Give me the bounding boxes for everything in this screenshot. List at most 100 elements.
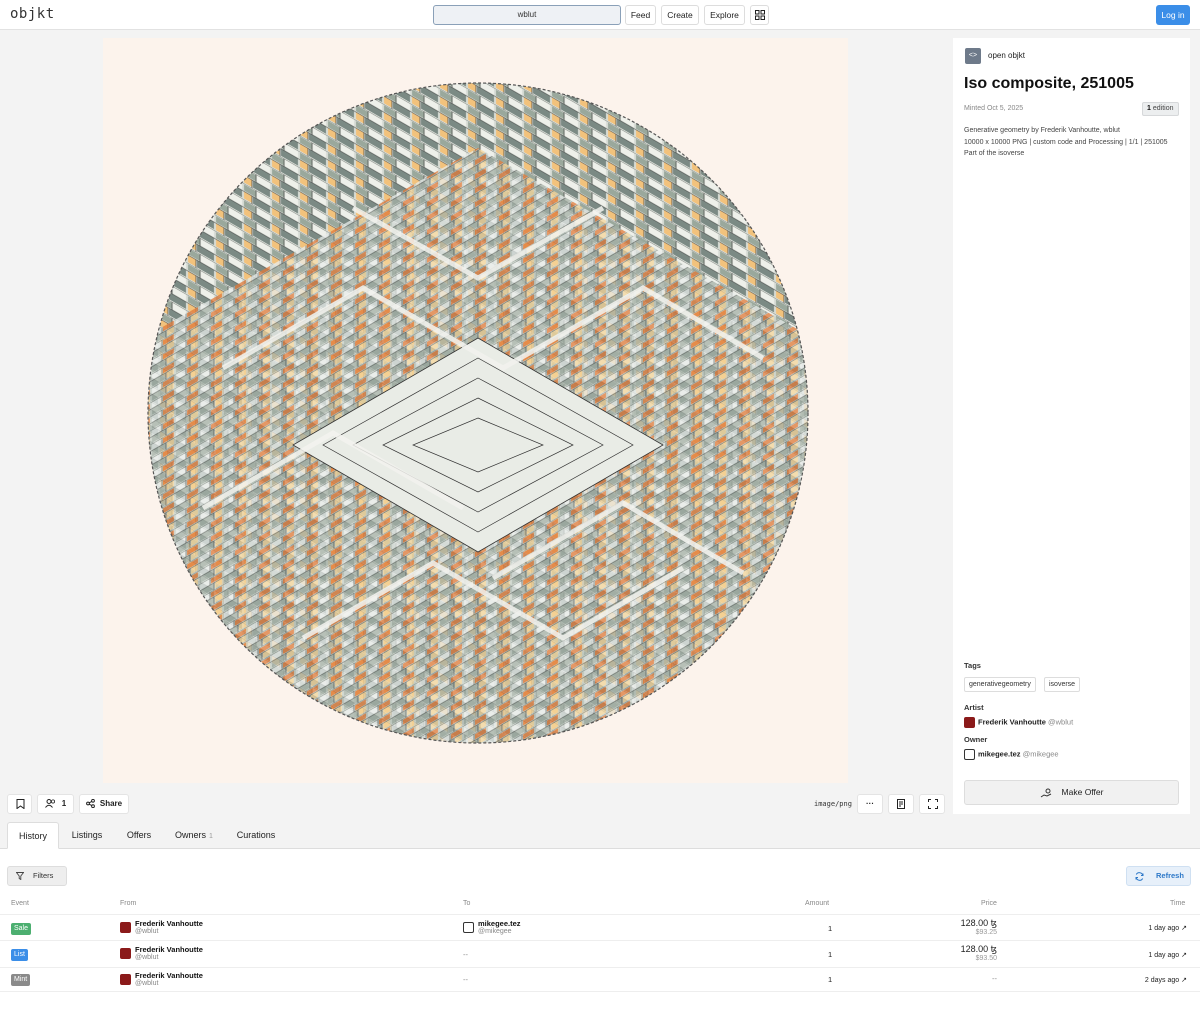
artist-link[interactable]: Frederik Vanhoutte @wblut (964, 717, 1073, 729)
token-info-panel: <> open objkt Iso composite, 251005 Mint… (953, 38, 1190, 814)
search-input[interactable]: wblut (433, 5, 621, 25)
fullscreen-icon[interactable] (919, 794, 945, 814)
tab-bar: History Listings Offers Owners 1 Curation… (0, 822, 1200, 849)
share-button[interactable]: Share (79, 794, 129, 814)
tab-label: Offers (126, 830, 152, 840)
amount: 1 (828, 975, 833, 984)
column-header-amount: Amount (805, 900, 830, 907)
time-label: 1 day ago (1148, 952, 1180, 959)
to-name: mikegee.tez (478, 919, 521, 928)
tab-label: Listings (71, 830, 103, 840)
tags-heading: Tags (964, 661, 981, 670)
price: -- (992, 974, 997, 983)
table-row[interactable]: Mint Frederik Vanhoutte @wblut -- 1 -- 2… (0, 967, 1200, 992)
avatar (120, 922, 131, 933)
tag-generativegeometry[interactable]: generativegeometry (964, 677, 1036, 692)
mime-type: image/png (814, 800, 852, 808)
owner-heading: Owner (964, 735, 988, 744)
artist-avatar (964, 717, 975, 728)
time-link[interactable]: 1 day ago ↗ (1148, 924, 1187, 932)
external-link-icon: ↗ (1181, 977, 1187, 984)
users-icon (44, 799, 56, 809)
table-row[interactable]: Sale Frederik Vanhoutte @wblut mikegee.t… (0, 914, 1200, 940)
column-header-event: Event (11, 900, 29, 907)
event-badge-mint: Mint (11, 974, 31, 986)
from-handle: @wblut (135, 954, 159, 961)
avatar (120, 948, 131, 959)
event-badge-sale: Sale (11, 923, 32, 935)
from-handle: @wblut (135, 928, 159, 935)
tab-label: Owners (175, 830, 207, 840)
login-button[interactable]: Log in (1156, 5, 1190, 25)
price-tez: 128.00 ꜩ (960, 944, 997, 954)
to-empty: -- (463, 950, 468, 959)
more-options-icon[interactable]: ··· (857, 794, 883, 814)
description-line: 10000 x 10000 PNG | custom code and Proc… (964, 138, 1168, 146)
grid-menu-icon[interactable] (750, 5, 769, 25)
owner-handle: @mikegee (1022, 749, 1059, 759)
table-row[interactable]: List Frederik Vanhoutte @wblut -- 1 128.… (0, 940, 1200, 967)
external-link-icon: ↗ (1181, 952, 1187, 959)
tab-count: 1 (209, 833, 213, 840)
tab-listings[interactable]: Listings (65, 822, 109, 849)
nav-feed-button[interactable]: Feed (625, 5, 656, 25)
avatar (463, 922, 474, 933)
price-usd: $93.25 (975, 929, 997, 936)
description-line: Part of the isoverse (964, 150, 1025, 157)
tab-offers[interactable]: Offers (118, 822, 160, 849)
share-icon (85, 799, 95, 809)
make-offer-button[interactable]: Make Offer (964, 780, 1179, 805)
artist-heading: Artist (964, 703, 984, 712)
owner-name: mikegee.tez (978, 749, 1021, 759)
bookmark-icon[interactable] (7, 794, 32, 814)
tab-label: Curations (236, 830, 276, 840)
tab-owners[interactable]: Owners 1 (168, 822, 220, 849)
tab-label: History (18, 831, 47, 841)
time-label: 2 days ago (1144, 977, 1180, 984)
from-name: Frederik Vanhoutte (135, 919, 203, 928)
edition-label: edition (1152, 105, 1174, 112)
description-line: Generative geometry by Frederik Vanhoutt… (964, 127, 1120, 134)
filters-label: Filters (33, 871, 54, 880)
tab-curations[interactable]: Curations (228, 822, 284, 849)
owner-link[interactable]: mikegee.tez @mikegee (964, 749, 1059, 761)
column-header-to: To (463, 900, 471, 907)
collection-link[interactable]: open objkt (988, 51, 1025, 60)
objkt-logo[interactable]: objkt (10, 6, 55, 22)
column-header-price: Price (981, 900, 997, 907)
refresh-icon (1135, 871, 1144, 881)
minted-date: Minted Oct 5, 2025 (964, 105, 1024, 112)
make-offer-label: Make Offer (1061, 787, 1104, 797)
amount: 1 (828, 924, 833, 933)
history-panel: Filters Refresh Event From To Amount Pri… (0, 849, 1200, 1023)
owners-count-button[interactable]: 1 (37, 794, 74, 814)
price-tez: 128.00 ꜩ (960, 918, 997, 928)
artist-handle: @wblut (1048, 717, 1074, 727)
price-usd: $93.50 (975, 955, 997, 962)
token-title: Iso composite, 251005 (964, 75, 1134, 92)
column-header-from: From (120, 900, 137, 907)
refresh-label: Refresh (1156, 871, 1184, 880)
edition-badge: 1 edition (1142, 102, 1179, 116)
refresh-button[interactable]: Refresh (1126, 866, 1191, 886)
artwork-generative-sphere (147, 82, 809, 744)
tag-isoverse[interactable]: isoverse (1044, 677, 1081, 692)
share-label: Share (99, 799, 123, 808)
event-badge-list: List (11, 949, 28, 961)
info-document-icon[interactable] (888, 794, 914, 814)
to-handle: @mikegee (478, 928, 512, 935)
filter-icon (16, 872, 24, 881)
time-link[interactable]: 1 day ago ↗ (1148, 951, 1187, 959)
time-label: 1 day ago (1148, 925, 1180, 932)
external-link-icon: ↗ (1181, 925, 1187, 932)
time-link[interactable]: 2 days ago ↗ (1145, 976, 1187, 984)
tab-history[interactable]: History (7, 822, 59, 849)
filters-button[interactable]: Filters (7, 866, 67, 886)
nav-explore-button[interactable]: Explore (704, 5, 745, 25)
from-name: Frederik Vanhoutte (135, 971, 203, 980)
price: 128.00 ꜩ $93.50 (961, 944, 997, 962)
top-bar: objkt wblut Feed Create Explore Log in (0, 0, 1200, 30)
nav-create-button[interactable]: Create (661, 5, 699, 25)
artwork-image[interactable] (103, 38, 848, 783)
collection-icon[interactable]: <> (965, 48, 981, 64)
